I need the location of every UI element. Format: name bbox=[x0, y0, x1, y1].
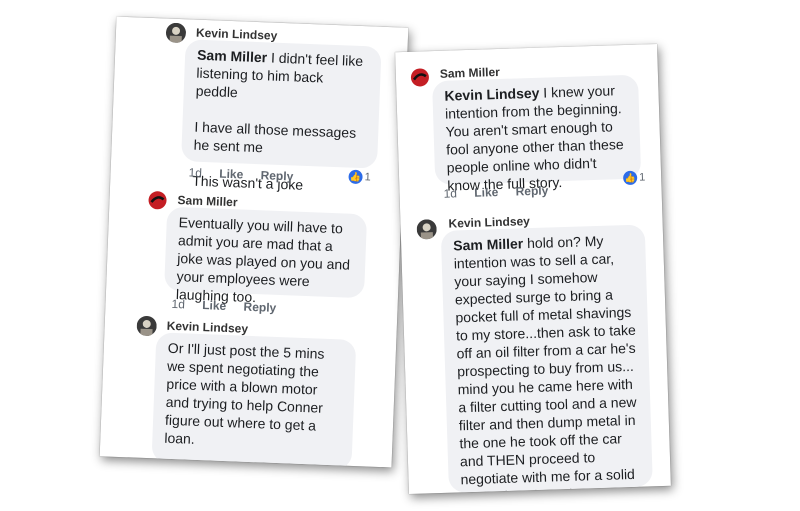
timestamp[interactable]: 1d bbox=[443, 186, 457, 200]
like-button[interactable]: Like bbox=[474, 185, 498, 200]
profile-photo-icon bbox=[409, 67, 431, 88]
comment-text: Or I'll just post the 5 mins we spent ne… bbox=[163, 339, 325, 468]
avatar[interactable] bbox=[136, 315, 158, 337]
profile-photo-icon bbox=[136, 315, 158, 337]
comment-bubble: Kevin Lindsey I knew your intention from… bbox=[432, 74, 642, 194]
comment-bubble: Eventually you will have to admit you ar… bbox=[164, 206, 368, 305]
reaction-icons[interactable] bbox=[313, 464, 335, 468]
thumbs-up-icon: 👍 bbox=[348, 169, 363, 185]
reaction-count[interactable]: 👍 1 bbox=[348, 169, 371, 185]
thumbs-up-icon bbox=[324, 464, 335, 468]
like-button[interactable]: Like bbox=[202, 298, 227, 313]
mention-link[interactable]: Sam Miller bbox=[453, 235, 523, 253]
timestamp[interactable]: 1d bbox=[171, 297, 185, 312]
reaction-count[interactable]: 👍 1 bbox=[622, 170, 646, 186]
comment-bubble: Sam Miller I didn't feel like listening … bbox=[181, 39, 382, 193]
profile-photo-icon bbox=[165, 22, 187, 44]
reply-button[interactable]: Reply bbox=[243, 300, 276, 315]
avatar[interactable] bbox=[165, 22, 187, 44]
like-button[interactable]: Like bbox=[219, 167, 244, 182]
avatar[interactable] bbox=[147, 189, 168, 211]
mention-link[interactable]: Sam Miller bbox=[197, 47, 268, 66]
reply-button[interactable]: Reply bbox=[515, 183, 548, 198]
comment-sam-1: Sam Miller Eventually you will have to a… bbox=[106, 184, 402, 315]
timestamp[interactable]: 1d bbox=[188, 165, 202, 180]
comment-kevin-1: Kevin Lindsey Sam Miller I didn't feel l… bbox=[110, 17, 408, 193]
right-screenshot-panel: Sam Miller Kevin Lindsey I knew your int… bbox=[395, 43, 671, 495]
reply-button[interactable]: Reply bbox=[260, 168, 293, 183]
mention-link[interactable]: Kevin Lindsey bbox=[444, 85, 539, 104]
comment-bubble: Sam Miller hold on? My intention was to … bbox=[440, 224, 653, 495]
avatar[interactable] bbox=[409, 67, 431, 88]
comment-text: Eventually you will have to admit you ar… bbox=[175, 214, 355, 306]
comment-kevin-2: Kevin Lindsey Or I'll just post the 5 mi… bbox=[100, 312, 397, 468]
comment-sam-2: Sam Miller Kevin Lindsey I knew your int… bbox=[395, 44, 662, 202]
profile-photo-icon bbox=[147, 189, 168, 211]
comment-kevin-3: Kevin Lindsey Sam Miller hold on? My int… bbox=[400, 206, 671, 494]
comment-bubble: Or I'll just post the 5 mins we spent ne… bbox=[151, 332, 357, 468]
profile-photo-icon bbox=[416, 219, 438, 240]
comment-actions: 1d Like Reply bbox=[443, 183, 562, 200]
comment-text: hold on? My intention was to sell a car,… bbox=[453, 232, 638, 495]
left-screenshot-panel: Kevin Lindsey Sam Miller I didn't feel l… bbox=[99, 16, 409, 468]
love-icon bbox=[313, 464, 324, 468]
avatar[interactable] bbox=[416, 219, 438, 240]
thumbs-up-icon: 👍 bbox=[622, 170, 638, 186]
